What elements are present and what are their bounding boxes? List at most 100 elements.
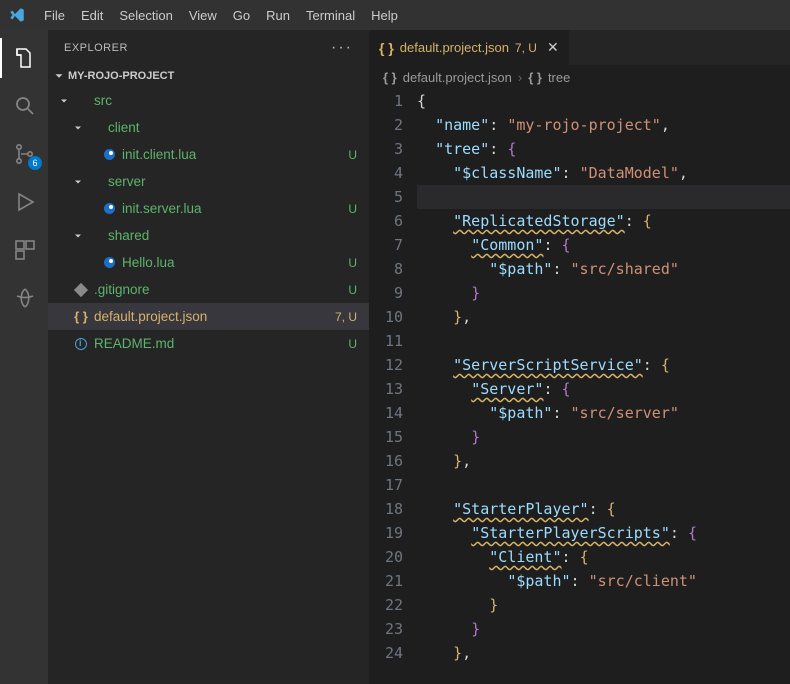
braces-icon: { } bbox=[379, 40, 394, 56]
file-label: client bbox=[108, 120, 357, 135]
tab-bar: { } default.project.json 7, U ✕ bbox=[369, 30, 790, 65]
code-line[interactable] bbox=[417, 473, 790, 497]
menu-run[interactable]: Run bbox=[258, 4, 298, 27]
code-line[interactable]: "$path": "src/server" bbox=[417, 401, 790, 425]
code-line[interactable]: "name": "my-rojo-project", bbox=[417, 113, 790, 137]
code-line[interactable]: }, bbox=[417, 641, 790, 665]
code-line[interactable]: "tree": { bbox=[417, 137, 790, 161]
badge: 6 bbox=[28, 156, 42, 170]
file-Hello.lua[interactable]: Hello.luaU bbox=[48, 249, 369, 276]
code-line[interactable]: "Common": { bbox=[417, 233, 790, 257]
menu-view[interactable]: View bbox=[181, 4, 225, 27]
braces-icon: { } bbox=[72, 309, 90, 324]
git-decoration: 7, U bbox=[335, 310, 357, 324]
folder-shared[interactable]: shared bbox=[48, 222, 369, 249]
files-icon[interactable] bbox=[0, 38, 48, 78]
chevron-down-icon bbox=[56, 95, 72, 107]
file-label: default.project.json bbox=[94, 309, 335, 324]
code-line[interactable]: } bbox=[417, 617, 790, 641]
lua-icon bbox=[100, 203, 118, 214]
file-init.server.lua[interactable]: init.server.luaU bbox=[48, 195, 369, 222]
code-line[interactable]: "$className": "DataModel", bbox=[417, 161, 790, 185]
live-share-icon[interactable] bbox=[0, 278, 48, 318]
activity-bar: 6 bbox=[0, 30, 48, 684]
code-line[interactable]: "StarterPlayer": { bbox=[417, 497, 790, 521]
code-line[interactable]: "$path": "src/shared" bbox=[417, 257, 790, 281]
extensions-icon[interactable] bbox=[0, 230, 48, 270]
braces-icon: { } bbox=[383, 70, 397, 85]
menu-go[interactable]: Go bbox=[225, 4, 258, 27]
code-line[interactable]: } bbox=[417, 281, 790, 305]
code-line[interactable]: "Server": { bbox=[417, 377, 790, 401]
braces-icon: { } bbox=[528, 70, 542, 85]
source-control-icon[interactable]: 6 bbox=[0, 134, 48, 174]
file-default.project.json[interactable]: { } default.project.json7, U bbox=[48, 303, 369, 330]
editor-group: { } default.project.json 7, U ✕ { } defau… bbox=[369, 30, 790, 684]
vscode-logo-icon bbox=[8, 6, 26, 24]
menu-file[interactable]: File bbox=[36, 4, 73, 27]
code-editor[interactable]: 123456789101112131415161718192021222324 … bbox=[369, 89, 790, 684]
code-content[interactable]: { "name": "my-rojo-project", "tree": { "… bbox=[417, 89, 790, 684]
tab-default-project-json[interactable]: { } default.project.json 7, U ✕ bbox=[369, 30, 570, 65]
code-line[interactable] bbox=[417, 329, 790, 353]
project-name: MY-ROJO-PROJECT bbox=[68, 70, 174, 82]
menu-terminal[interactable]: Terminal bbox=[298, 4, 363, 27]
chevron-down-icon bbox=[70, 230, 86, 242]
breadcrumb-segment[interactable]: tree bbox=[548, 70, 570, 85]
file-label: init.client.lua bbox=[122, 147, 348, 162]
file-label: init.server.lua bbox=[122, 201, 348, 216]
breadcrumb[interactable]: { } default.project.json › { } tree bbox=[369, 65, 790, 89]
explorer-sidebar: EXPLORER ··· MY-ROJO-PROJECT src client in… bbox=[48, 30, 369, 684]
code-line[interactable]: }, bbox=[417, 305, 790, 329]
menu-bar: FileEditSelectionViewGoRunTerminalHelp bbox=[0, 0, 790, 30]
file-label: server bbox=[108, 174, 357, 189]
close-icon[interactable]: ✕ bbox=[547, 39, 559, 56]
info-icon bbox=[72, 338, 90, 350]
line-gutter: 123456789101112131415161718192021222324 bbox=[369, 89, 417, 684]
chevron-down-icon bbox=[70, 176, 86, 188]
project-section-header[interactable]: MY-ROJO-PROJECT bbox=[48, 65, 369, 87]
chevron-down-icon bbox=[70, 122, 86, 134]
git-decoration: U bbox=[348, 283, 357, 297]
git-decoration: U bbox=[348, 148, 357, 162]
code-line[interactable]: "ServerScriptService": { bbox=[417, 353, 790, 377]
git-decoration: U bbox=[348, 256, 357, 270]
lua-icon bbox=[100, 257, 118, 268]
code-line[interactable]: "StarterPlayerScripts": { bbox=[417, 521, 790, 545]
folder-server[interactable]: server bbox=[48, 168, 369, 195]
code-line[interactable]: "ReplicatedStorage": { bbox=[417, 209, 790, 233]
folder-client[interactable]: client bbox=[48, 114, 369, 141]
menu-edit[interactable]: Edit bbox=[73, 4, 111, 27]
file-label: .gitignore bbox=[94, 282, 348, 297]
git-icon bbox=[72, 285, 90, 295]
file-label: src bbox=[94, 93, 357, 108]
code-line[interactable] bbox=[417, 185, 790, 209]
tab-label: default.project.json bbox=[400, 40, 509, 55]
chevron-right-icon: › bbox=[518, 70, 522, 85]
more-actions-icon[interactable]: ··· bbox=[331, 39, 353, 57]
git-decoration: U bbox=[348, 202, 357, 216]
explorer-header: EXPLORER ··· bbox=[48, 30, 369, 65]
file-tree: srcclientinit.client.luaUserverinit.serv… bbox=[48, 87, 369, 357]
menu-selection[interactable]: Selection bbox=[111, 4, 180, 27]
file-init.client.lua[interactable]: init.client.luaU bbox=[48, 141, 369, 168]
code-line[interactable]: "Client": { bbox=[417, 545, 790, 569]
code-line[interactable]: } bbox=[417, 425, 790, 449]
explorer-title: EXPLORER bbox=[64, 42, 128, 54]
tab-decoration: 7, U bbox=[515, 41, 537, 55]
search-icon[interactable] bbox=[0, 86, 48, 126]
file-label: shared bbox=[108, 228, 357, 243]
code-line[interactable]: { bbox=[417, 89, 790, 113]
menu-help[interactable]: Help bbox=[363, 4, 406, 27]
breadcrumb-segment[interactable]: default.project.json bbox=[403, 70, 512, 85]
lua-icon bbox=[100, 149, 118, 160]
file-README.md[interactable]: README.mdU bbox=[48, 330, 369, 357]
folder-src[interactable]: src bbox=[48, 87, 369, 114]
run-debug-icon[interactable] bbox=[0, 182, 48, 222]
code-line[interactable]: } bbox=[417, 593, 790, 617]
code-line[interactable]: "$path": "src/client" bbox=[417, 569, 790, 593]
file-.gitignore[interactable]: .gitignoreU bbox=[48, 276, 369, 303]
code-line[interactable]: }, bbox=[417, 449, 790, 473]
git-decoration: U bbox=[348, 337, 357, 351]
file-label: Hello.lua bbox=[122, 255, 348, 270]
